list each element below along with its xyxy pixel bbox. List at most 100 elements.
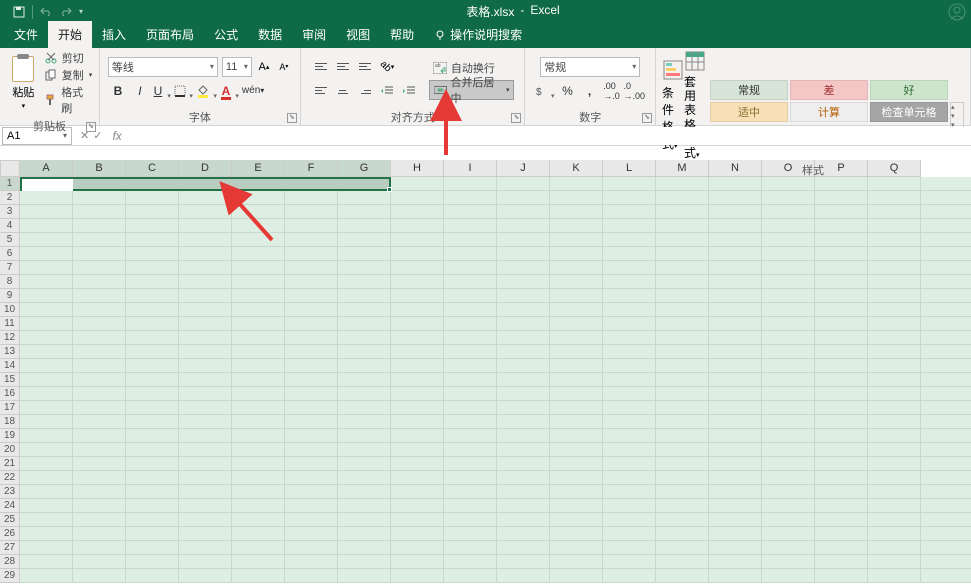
accounting-format-button[interactable]: $ — [535, 81, 555, 101]
align-top-button[interactable] — [311, 57, 331, 77]
active-cell[interactable] — [22, 179, 73, 191]
column-header[interactable]: E — [232, 160, 285, 177]
tab-home[interactable]: 开始 — [48, 21, 92, 48]
row-header[interactable]: 26 — [0, 527, 20, 541]
column-header[interactable]: K — [550, 160, 603, 177]
row-header[interactable]: 8 — [0, 275, 20, 289]
column-header[interactable]: I — [444, 160, 497, 177]
row-header[interactable]: 27 — [0, 541, 20, 555]
paste-button[interactable]: 粘贴 ▾ — [6, 56, 41, 110]
fill-color-button[interactable] — [196, 81, 218, 101]
tab-view[interactable]: 视图 — [336, 21, 380, 48]
tab-data[interactable]: 数据 — [248, 21, 292, 48]
row-header[interactable]: 4 — [0, 219, 20, 233]
increase-font-button[interactable]: A▴ — [256, 58, 272, 76]
row-header[interactable]: 19 — [0, 429, 20, 443]
row-header[interactable]: 18 — [0, 415, 20, 429]
save-icon[interactable] — [12, 5, 26, 19]
tab-pagelayout[interactable]: 页面布局 — [136, 21, 204, 48]
column-header[interactable]: C — [126, 160, 179, 177]
comma-button[interactable]: , — [579, 81, 599, 101]
row-header[interactable]: 29 — [0, 569, 20, 583]
formula-input[interactable] — [126, 127, 971, 145]
align-left-button[interactable] — [311, 81, 331, 101]
column-header[interactable]: J — [497, 160, 550, 177]
copy-button[interactable]: 复制▾ — [45, 67, 93, 83]
style-normal[interactable]: 常规 — [710, 80, 788, 100]
font-name-combo[interactable]: 等线▾ — [108, 57, 218, 77]
cut-button[interactable]: 剪切 — [45, 50, 93, 66]
increase-decimal-button[interactable]: .00→.0 — [601, 81, 621, 101]
alignment-dialog-launcher[interactable]: ⬊ — [511, 113, 521, 123]
column-header[interactable]: G — [338, 160, 391, 177]
column-header[interactable]: D — [179, 160, 232, 177]
select-all-corner[interactable] — [0, 160, 20, 177]
row-header[interactable]: 21 — [0, 457, 20, 471]
tab-file[interactable]: 文件 — [4, 21, 48, 48]
tab-review[interactable]: 审阅 — [292, 21, 336, 48]
fill-handle[interactable] — [387, 187, 392, 192]
align-middle-button[interactable] — [333, 57, 353, 77]
column-header[interactable]: F — [285, 160, 338, 177]
row-header[interactable]: 11 — [0, 317, 20, 331]
column-header[interactable]: A — [20, 160, 73, 177]
tab-help[interactable]: 帮助 — [380, 21, 424, 48]
tab-formulas[interactable]: 公式 — [204, 21, 248, 48]
merge-center-button[interactable]: 合并后居中 ▾ — [429, 80, 515, 100]
font-size-combo[interactable]: 11▾ — [222, 57, 252, 77]
row-header[interactable]: 5 — [0, 233, 20, 247]
row-header[interactable]: 14 — [0, 359, 20, 373]
row-header[interactable]: 24 — [0, 499, 20, 513]
column-header[interactable]: H — [391, 160, 444, 177]
row-header[interactable]: 20 — [0, 443, 20, 457]
phonetic-button[interactable]: wén▾ — [242, 81, 264, 101]
row-header[interactable]: 15 — [0, 373, 20, 387]
row-header[interactable]: 22 — [0, 471, 20, 485]
font-dialog-launcher[interactable]: ⬊ — [287, 113, 297, 123]
number-dialog-launcher[interactable]: ⬊ — [642, 113, 652, 123]
row-header[interactable]: 17 — [0, 401, 20, 415]
row-header[interactable]: 10 — [0, 303, 20, 317]
row-header[interactable]: 9 — [0, 289, 20, 303]
fx-icon[interactable]: fx — [108, 129, 125, 143]
row-header[interactable]: 1 — [0, 177, 20, 191]
row-header[interactable]: 2 — [0, 191, 20, 205]
style-good[interactable]: 好 — [870, 80, 948, 100]
align-center-button[interactable] — [333, 81, 353, 101]
row-header[interactable]: 16 — [0, 387, 20, 401]
increase-indent-button[interactable] — [399, 81, 419, 101]
cell-styles-gallery[interactable]: 常规 差 好 适中 计算 检查单元格 ▴▾▾ — [710, 80, 964, 130]
decrease-font-button[interactable]: A▾ — [276, 58, 292, 76]
style-check[interactable]: 检查单元格 — [870, 102, 948, 122]
orientation-button[interactable]: ab▾ — [377, 57, 397, 77]
style-neutral[interactable]: 适中 — [710, 102, 788, 122]
decrease-indent-button[interactable] — [377, 81, 397, 101]
row-header[interactable]: 13 — [0, 345, 20, 359]
row-header[interactable]: 23 — [0, 485, 20, 499]
row-header[interactable]: 12 — [0, 331, 20, 345]
number-format-combo[interactable]: 常规▾ — [540, 57, 640, 77]
bold-button[interactable]: B — [108, 81, 128, 101]
format-painter-button[interactable]: 格式刷 — [45, 84, 93, 116]
column-header[interactable]: B — [73, 160, 126, 177]
cell-selection[interactable] — [20, 177, 391, 191]
row-header[interactable]: 3 — [0, 205, 20, 219]
align-bottom-button[interactable] — [355, 57, 375, 77]
undo-icon[interactable] — [39, 5, 53, 19]
align-right-button[interactable] — [355, 81, 375, 101]
style-calc[interactable]: 计算 — [790, 102, 868, 122]
underline-button[interactable]: U — [152, 81, 172, 101]
borders-button[interactable] — [174, 81, 194, 101]
row-header[interactable]: 7 — [0, 261, 20, 275]
decrease-decimal-button[interactable]: .0→.00 — [623, 81, 645, 101]
style-bad[interactable]: 差 — [790, 80, 868, 100]
column-header[interactable]: L — [603, 160, 656, 177]
clipboard-dialog-launcher[interactable]: ⬊ — [86, 122, 96, 132]
worksheet-grid[interactable]: 1234567891011121314151617181920212223242… — [0, 177, 971, 583]
row-header[interactable]: 28 — [0, 555, 20, 569]
font-color-button[interactable]: A — [220, 81, 240, 101]
redo-icon[interactable] — [59, 5, 73, 19]
tab-insert[interactable]: 插入 — [92, 21, 136, 48]
account-icon[interactable] — [943, 0, 971, 23]
percent-button[interactable]: % — [557, 81, 577, 101]
